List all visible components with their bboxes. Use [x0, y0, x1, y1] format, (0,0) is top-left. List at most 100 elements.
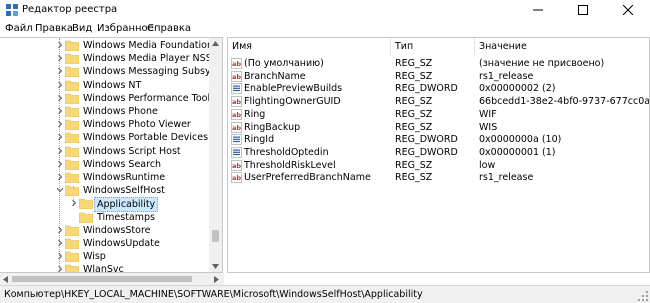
- tree-item-label: Windows Media Foundation: [83, 40, 214, 51]
- chevron-right-icon[interactable]: [57, 55, 63, 62]
- chevron-right-icon[interactable]: [71, 200, 77, 207]
- chevron-right-icon[interactable]: [57, 240, 63, 246]
- value-row[interactable]: ab RingBackup REG_SZ WIS: [228, 121, 649, 134]
- title-bar[interactable]: Редактор реестра: [0, 0, 650, 20]
- tree-item[interactable]: WindowsStore: [0, 224, 210, 237]
- chevron-right-icon[interactable]: [57, 134, 63, 141]
- tree-item[interactable]: Windows Script Host: [0, 145, 210, 158]
- tree-scroll-thumb[interactable]: [212, 230, 219, 242]
- folder-icon: [79, 212, 93, 223]
- resize-grip-icon[interactable]: [638, 291, 648, 301]
- svg-text:ab: ab: [232, 73, 241, 81]
- tree-vertical-scrollbar[interactable]: [209, 38, 222, 272]
- tree-item[interactable]: Windows Phone: [0, 105, 210, 118]
- folder-icon: [65, 119, 79, 131]
- chevron-right-icon[interactable]: [57, 108, 63, 114]
- column-header-name[interactable]: Имя: [228, 38, 391, 56]
- tree-item[interactable]: WindowsUpdate: [0, 237, 210, 250]
- value-row[interactable]: ab BranchName REG_SZ rs1_release: [228, 70, 649, 83]
- tree-item[interactable]: Windows Messaging Subsystem: [0, 65, 222, 78]
- folder-icon: [65, 53, 79, 65]
- value-name-cell: RingId: [244, 134, 275, 146]
- value-row[interactable]: ab ThresholdRiskLevel REG_SZ low: [228, 159, 649, 172]
- dword-value-icon: [231, 134, 242, 145]
- tree-item[interactable]: Windows Media Foundation: [0, 39, 214, 52]
- tree-item[interactable]: Timestamps: [0, 211, 210, 224]
- menu-file[interactable]: Файл: [5, 23, 33, 34]
- chevron-right-icon[interactable]: [57, 81, 63, 88]
- svg-text:ab: ab: [232, 111, 241, 119]
- folder-icon: [65, 67, 79, 78]
- status-path: Компьютер\HKEY_LOCAL_MACHINE\SOFTWARE\Mi…: [4, 289, 423, 300]
- scroll-up-arrow-icon[interactable]: [212, 41, 219, 46]
- value-row[interactable]: ab FlightingOwnerGUID REG_SZ 66bcedd1-38e2-…: [228, 95, 649, 108]
- menu-favorites[interactable]: Избранное: [97, 23, 154, 34]
- chevron-right-icon[interactable]: [57, 94, 63, 101]
- values-list[interactable]: Имя Тип Значение ab (По умолчанию) REG_SZ(…: [227, 37, 650, 273]
- value-row[interactable]: RingId REG_DWORD 0x0000000a (10): [228, 133, 649, 146]
- folder-icon: [65, 251, 79, 263]
- tree-item-label: Windows Portable Devices: [83, 132, 209, 144]
- folder-icon: [65, 265, 79, 272]
- tree-item-label: WlanSvc: [83, 264, 124, 273]
- svg-text:ab: ab: [232, 60, 241, 68]
- registry-tree[interactable]: Windows Media Foundation Windows Media Pl…: [0, 37, 223, 273]
- menu-help[interactable]: Справка: [147, 23, 191, 34]
- value-type-cell: REG_DWORD: [395, 83, 458, 95]
- value-row[interactable]: ThresholdOptedin REG_DWORD 0x00000001 (1): [228, 146, 649, 159]
- chevron-right-icon[interactable]: [57, 121, 63, 128]
- value-value-cell: WIF: [479, 108, 497, 120]
- folder-icon: [65, 225, 79, 236]
- chevron-right-icon[interactable]: [57, 266, 63, 272]
- chevron-right-icon[interactable]: [57, 147, 63, 154]
- value-value-cell: 0x00000002 (2): [479, 83, 556, 95]
- chevron-right-icon[interactable]: [57, 226, 63, 233]
- value-value-cell: rs1_release: [479, 70, 534, 82]
- tree-item[interactable]: Windows Photo Viewer: [0, 118, 210, 131]
- chevron-right-icon[interactable]: [57, 42, 63, 48]
- tree-horizontal-scrollbar[interactable]: [0, 273, 224, 285]
- scroll-left-arrow-icon[interactable]: [3, 276, 8, 283]
- chevron-down-icon[interactable]: [57, 187, 63, 193]
- tree-item[interactable]: WindowsRuntime: [0, 171, 210, 184]
- tree-item[interactable]: Windows Portable Devices: [0, 131, 210, 144]
- close-button[interactable]: [605, 0, 650, 20]
- menu-view[interactable]: Вид: [72, 23, 92, 34]
- menu-edit[interactable]: Правка: [35, 23, 73, 34]
- tree-item[interactable]: Windows Performance Toolkit: [0, 92, 222, 105]
- dword-value-icon: [231, 83, 242, 95]
- value-name-cell: EnablePreviewBuilds: [244, 83, 343, 95]
- value-value-cell: WIS: [479, 121, 498, 133]
- tree-item[interactable]: WindowsSelfHost: [0, 184, 210, 197]
- tree-item[interactable]: WlanSvc: [0, 263, 210, 273]
- folder-icon: [65, 238, 79, 249]
- column-header-value[interactable]: Значение: [475, 38, 649, 56]
- chevron-right-icon[interactable]: [57, 253, 63, 260]
- column-header-type[interactable]: Тип: [391, 38, 475, 56]
- tree-item-label: Windows Messaging Subsystem: [83, 66, 223, 78]
- scroll-down-arrow-icon[interactable]: [212, 264, 219, 269]
- tree-item-label: WindowsUpdate: [83, 238, 160, 249]
- value-row[interactable]: ab (По умолчанию) REG_SZ (значение не присв…: [228, 57, 649, 70]
- value-row[interactable]: ab Ring REG_SZ WIF: [228, 108, 649, 121]
- chevron-right-icon[interactable]: [57, 68, 63, 75]
- chevron-right-icon[interactable]: [57, 160, 63, 167]
- menu-bar: Файл Правка Вид Избранное Справка: [0, 20, 650, 37]
- maximize-button[interactable]: [560, 0, 605, 20]
- value-name-cell: Ring: [244, 108, 266, 120]
- value-name-cell: FlightingOwnerGUID: [244, 96, 341, 108]
- minimize-button[interactable]: [515, 0, 560, 20]
- tree-item[interactable]: Windows Search: [0, 158, 210, 171]
- value-row[interactable]: ab UserPreferredBranchName REG_SZ rs1_relea…: [228, 171, 649, 184]
- tree-item[interactable]: Wisp: [0, 250, 210, 263]
- tree-item[interactable]: Windows NT: [0, 79, 210, 92]
- tree-item[interactable]: Windows Media Player NSS: [0, 52, 212, 65]
- folder-icon: [65, 185, 79, 197]
- tree-item[interactable]: Applicability: [0, 197, 210, 213]
- value-type-cell: REG_SZ: [395, 121, 433, 133]
- scroll-right-arrow-icon[interactable]: [214, 276, 219, 283]
- value-row[interactable]: EnablePreviewBuilds REG_DWORD 0x00000002 (…: [228, 82, 649, 95]
- tree-hscroll-thumb[interactable]: [12, 276, 192, 282]
- status-bar: Компьютер\HKEY_LOCAL_MACHINE\SOFTWARE\Mi…: [0, 285, 650, 303]
- chevron-right-icon[interactable]: [57, 174, 63, 180]
